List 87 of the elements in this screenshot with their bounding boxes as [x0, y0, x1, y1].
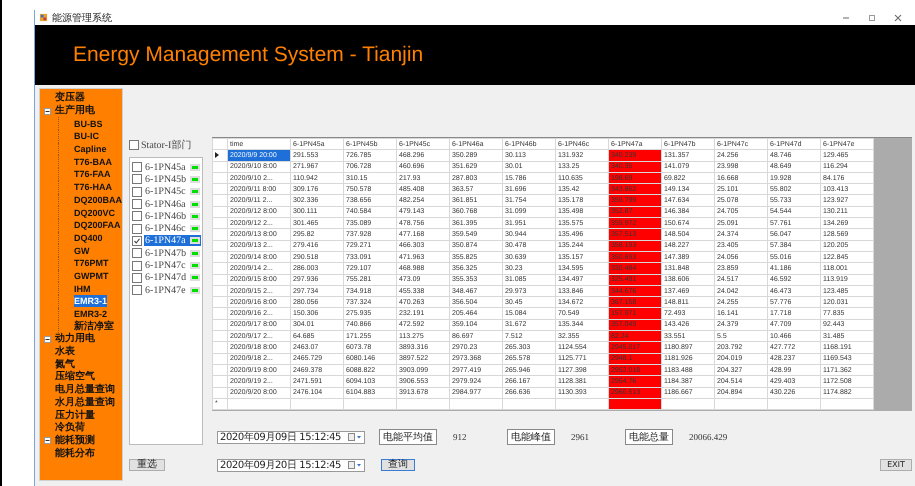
- status-indicator-icon: [190, 164, 200, 171]
- stat-value: 20066.429: [689, 432, 728, 442]
- status-indicator-icon: [190, 200, 200, 208]
- tree-item[interactable]: DQ200BAA: [74, 194, 122, 206]
- device-item[interactable]: 6-1PN46a: [144, 198, 201, 210]
- tree-item[interactable]: 水表: [55, 346, 75, 358]
- tree-item[interactable]: 电月总量查询: [55, 384, 115, 396]
- device-item[interactable]: 6-1PN46b: [144, 210, 202, 222]
- device-item[interactable]: 6-1PN47c: [144, 260, 201, 272]
- tree-item[interactable]: 生产用电: [55, 105, 95, 118]
- status-indicator-icon: [190, 176, 200, 183]
- tree-item[interactable]: 压力计量: [55, 410, 95, 422]
- exit-button[interactable]: EXIT: [880, 459, 912, 471]
- stat-label: 电能峰值: [507, 429, 555, 445]
- tree-item[interactable]: 氮气: [55, 358, 75, 371]
- current-row-icon: [215, 152, 219, 158]
- checkbox[interactable]: [132, 174, 142, 184]
- calendar-dropdown-icon: [348, 433, 362, 441]
- status-indicator-icon: [190, 237, 200, 244]
- status-indicator-icon: [190, 262, 200, 270]
- checkbox[interactable]: [132, 260, 142, 271]
- checkbox[interactable]: [129, 140, 139, 150]
- calendar-dropdown-icon: [348, 461, 362, 469]
- row-header[interactable]: [212, 150, 228, 162]
- checkbox[interactable]: [132, 236, 142, 246]
- device-item[interactable]: 6-1PN47a: [144, 235, 201, 246]
- date-picker[interactable]: 2020年09月20日 15:12:45: [217, 458, 365, 472]
- checkbox[interactable]: [132, 248, 142, 258]
- tree-item[interactable]: Capline: [74, 143, 107, 156]
- tree-item[interactable]: IHM: [74, 282, 90, 295]
- tree-item[interactable]: DQ400: [74, 232, 103, 244]
- tree-item[interactable]: DQ200FAA: [74, 219, 121, 232]
- status-indicator-icon: [190, 225, 200, 232]
- checkbox[interactable]: [132, 224, 142, 234]
- stat-value: 2961: [571, 432, 590, 442]
- checkbox[interactable]: [132, 211, 142, 222]
- status-indicator-icon: [190, 212, 200, 220]
- tree-item[interactable]: 动力用电: [55, 333, 95, 346]
- status-indicator-icon: [190, 188, 200, 196]
- tree-item[interactable]: GW: [74, 244, 90, 257]
- tree-item[interactable]: T76-BAA: [74, 156, 112, 168]
- device-item[interactable]: 6-1PN47d: [144, 272, 202, 284]
- stat-label: 电能总量: [625, 429, 673, 445]
- tree-item[interactable]: 水月总量查询: [55, 396, 115, 409]
- stat-value: 912: [453, 432, 468, 442]
- maximize-icon[interactable]: [867, 12, 877, 22]
- tree-item[interactable]: BU-BS: [74, 118, 102, 130]
- tree-item[interactable]: T76-FAA: [74, 168, 111, 180]
- query-button[interactable]: 查询: [381, 459, 415, 471]
- checkbox-label: Stator-I部门: [141, 138, 192, 152]
- tree-item[interactable]: 冷负荷: [55, 422, 85, 434]
- close-icon[interactable]: [893, 12, 903, 22]
- tree-item[interactable]: 能耗预测: [55, 434, 95, 447]
- window-title: 能源管理系统: [52, 12, 112, 24]
- tree-item[interactable]: 压缩空气: [55, 371, 95, 384]
- tree-item[interactable]: DQ200VC: [74, 206, 116, 219]
- tree-item[interactable]: 新洁净室: [74, 320, 114, 333]
- expander-icon[interactable]: [44, 108, 51, 115]
- device-item[interactable]: 6-1PN46c: [144, 223, 201, 234]
- tree-item[interactable]: 变压器: [55, 92, 85, 104]
- expander-icon[interactable]: [44, 336, 51, 343]
- checkbox[interactable]: [132, 272, 142, 283]
- checkbox[interactable]: [132, 285, 142, 296]
- date-picker[interactable]: 2020年09月09日 15:12:45: [217, 430, 365, 444]
- checkbox[interactable]: [132, 162, 142, 172]
- tree-item[interactable]: BU-IC: [74, 130, 99, 142]
- app-title: Energy Management System - Tianjin: [73, 43, 424, 67]
- status-indicator-icon: [190, 274, 200, 282]
- expander-icon[interactable]: [44, 437, 51, 444]
- stat-label: 电能平均值: [379, 429, 437, 445]
- status-indicator-icon: [190, 286, 200, 294]
- device-item[interactable]: 6-1PN47b: [144, 248, 202, 259]
- checkbox[interactable]: [132, 199, 142, 210]
- tree-item[interactable]: GWPMT: [74, 270, 108, 282]
- tree-item[interactable]: EMR3-1: [74, 295, 108, 308]
- device-item[interactable]: 6-1PN45a: [144, 162, 201, 173]
- device-item[interactable]: 6-1PN45c: [144, 186, 201, 198]
- tree-item[interactable]: EMR3-2: [74, 308, 108, 320]
- checkbox[interactable]: [132, 186, 142, 197]
- reset-button[interactable]: 重选: [129, 459, 165, 471]
- app-icon: [39, 13, 48, 22]
- device-item[interactable]: 6-1PN45b: [144, 174, 202, 185]
- tree-item[interactable]: T76PMT: [74, 257, 109, 270]
- tree-item[interactable]: T76-HAA: [74, 181, 112, 194]
- status-indicator-icon: [190, 250, 200, 257]
- device-item[interactable]: 6-1PN47e: [144, 284, 201, 296]
- tree-item[interactable]: 能耗分布: [55, 448, 95, 460]
